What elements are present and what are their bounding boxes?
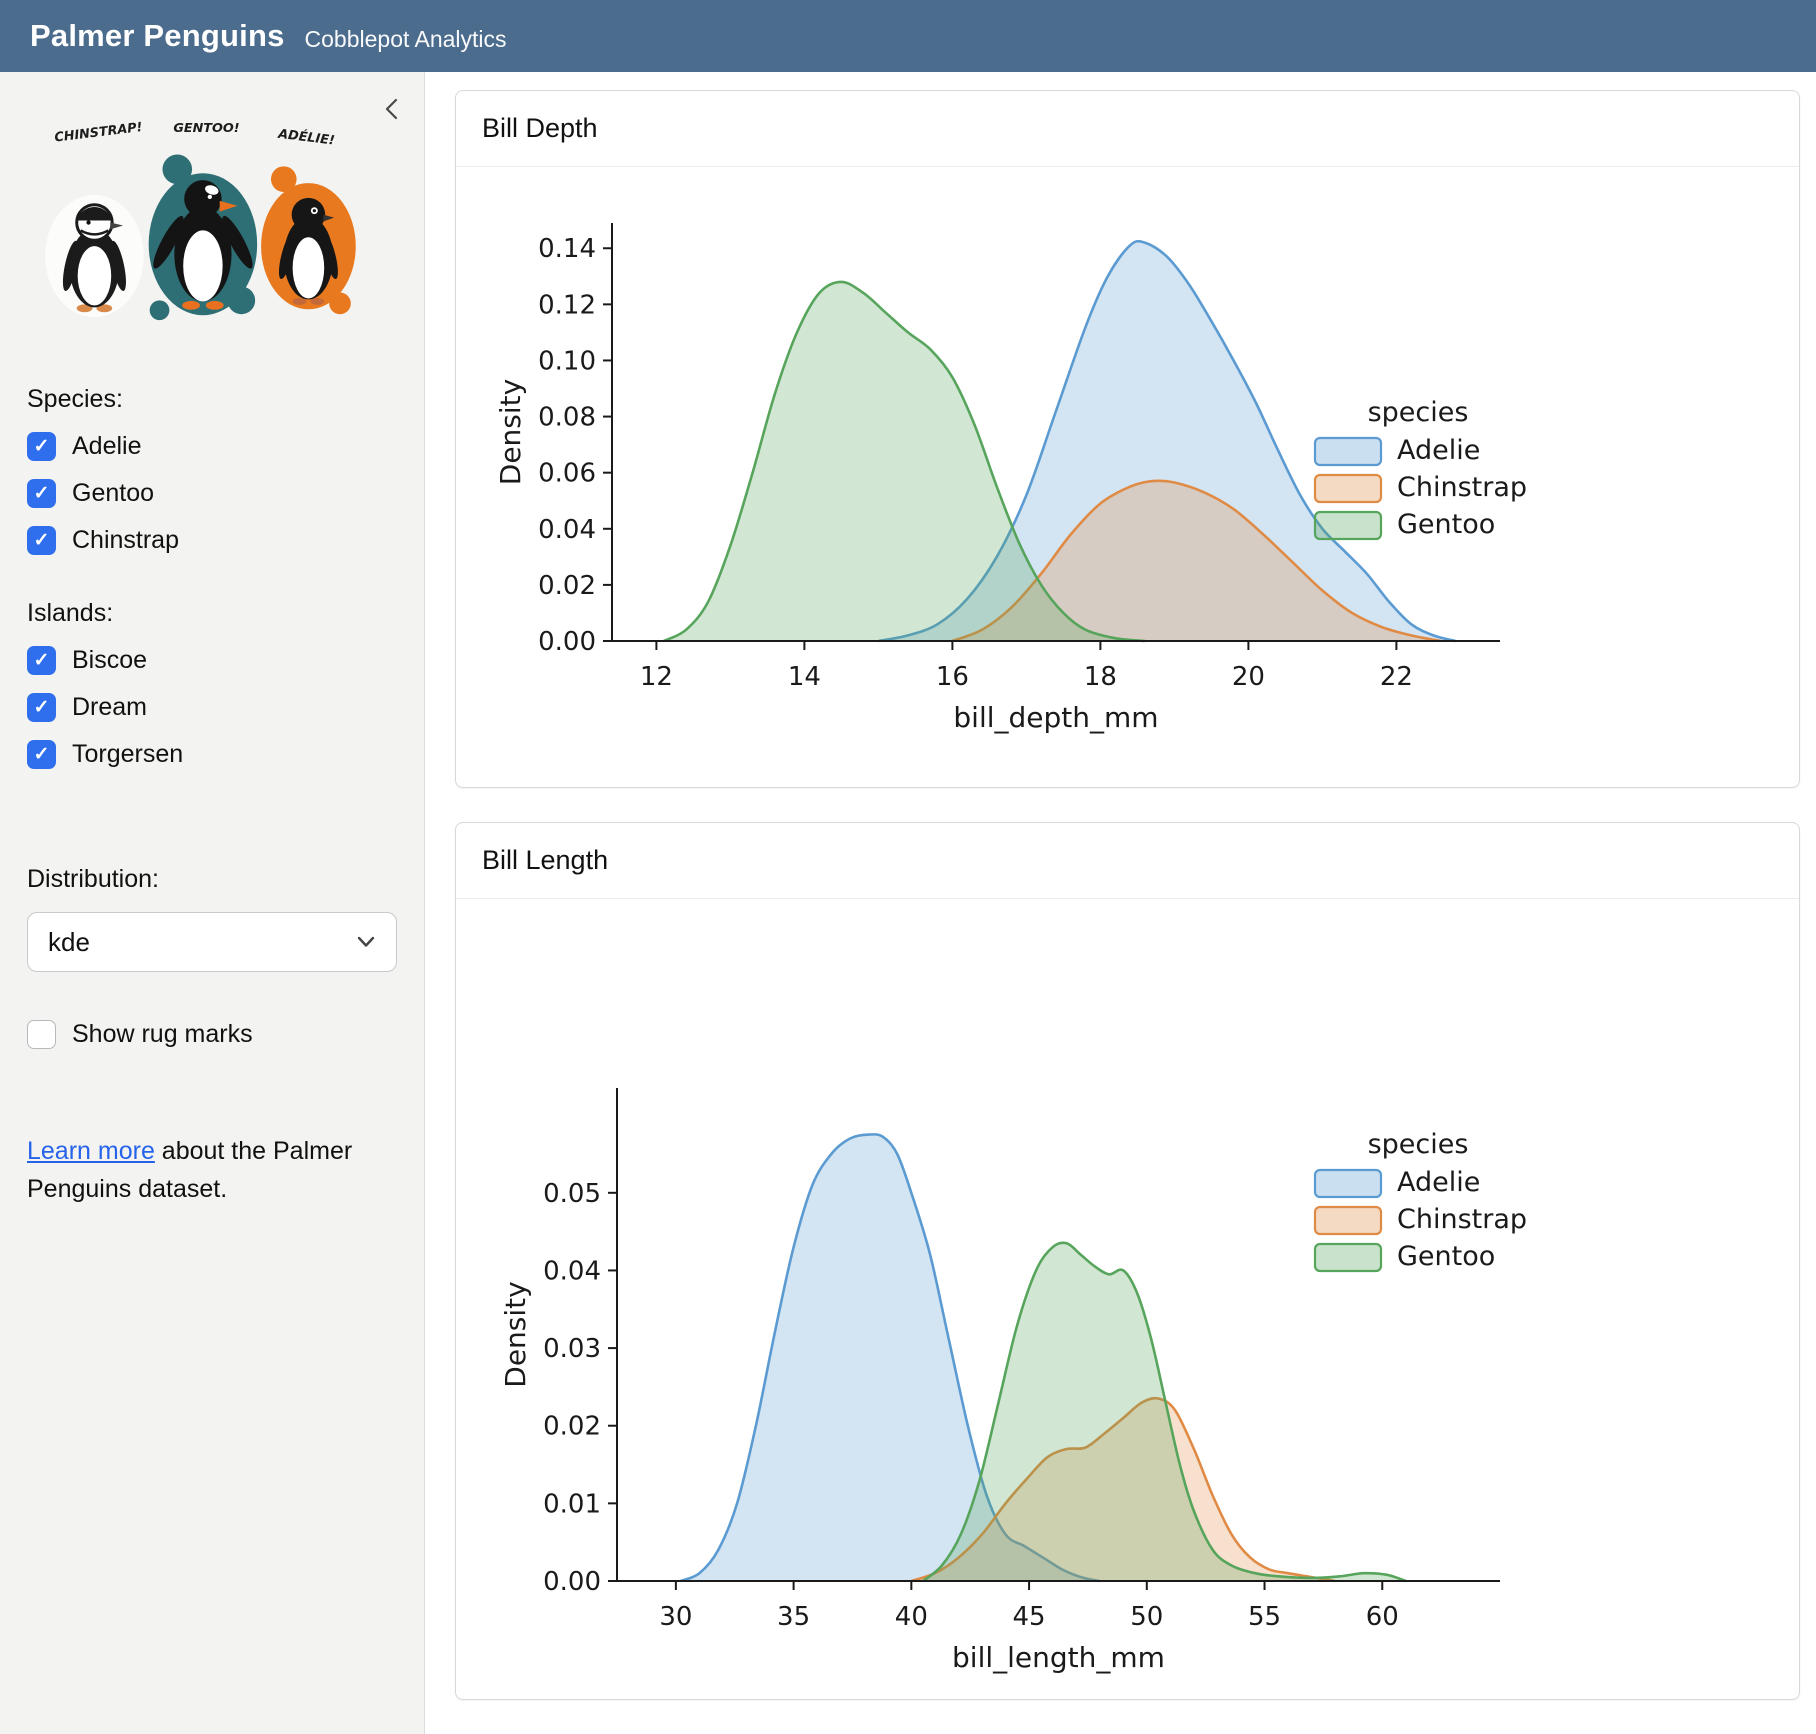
svg-text:species: species [1368, 1129, 1469, 1160]
bill-length-card-body: 30 35 40 45 50 55 60 0.00 0.01 0.02 0.03 0.04 0.05 bi… [456, 899, 1799, 1699]
svg-text:0.12: 0.12 [538, 290, 596, 320]
svg-text:0.02: 0.02 [543, 1412, 601, 1442]
checkbox-icon [27, 432, 56, 461]
island-option-torgersen[interactable]: Torgersen [27, 740, 397, 769]
checkbox-label: Adelie [72, 432, 142, 461]
adelie-penguin-illustration [261, 166, 356, 314]
islands-group-label: Islands: [27, 599, 397, 628]
chevron-left-icon [380, 96, 404, 122]
sidebar: CHINSTRAP! GENTOO! ADÉLIE! [0, 72, 425, 1734]
checkbox-label: Torgersen [72, 740, 183, 769]
svg-text:22: 22 [1380, 662, 1413, 692]
svg-text:0.10: 0.10 [538, 346, 596, 376]
svg-text:Chinstrap: Chinstrap [1397, 1204, 1527, 1235]
species-option-adelie[interactable]: Adelie [27, 432, 397, 461]
svg-text:bill_depth_mm: bill_depth_mm [953, 701, 1158, 734]
chinstrap-penguin-illustration [45, 195, 144, 317]
svg-text:0.14: 0.14 [538, 234, 596, 264]
svg-text:20: 20 [1232, 662, 1265, 692]
svg-text:Density: Density [499, 1281, 532, 1387]
app-header: Palmer Penguins Cobblepot Analytics [0, 0, 1816, 72]
checkbox-label: Show rug marks [72, 1020, 253, 1049]
svg-text:Chinstrap: Chinstrap [1397, 472, 1527, 503]
main-content: Bill Depth 12 14 16 18 20 22 0.00 0.02 0.04 0.06 0… [425, 72, 1816, 1734]
learn-more-link[interactable]: Learn more [27, 1137, 155, 1165]
svg-text:Adelie: Adelie [1397, 435, 1480, 466]
svg-text:12: 12 [640, 662, 673, 692]
gentoo-penguin-illustration [148, 154, 257, 320]
checkbox-label: Chinstrap [72, 526, 179, 555]
svg-text:18: 18 [1084, 662, 1117, 692]
penguins-artwork-image: CHINSTRAP! GENTOO! ADÉLIE! [27, 118, 367, 330]
islands-filter-group: Islands: Biscoe Dream Torgersen [27, 599, 397, 769]
app-subtitle: Cobblepot Analytics [305, 26, 507, 53]
checkbox-icon [27, 740, 56, 769]
show-rug-marks-checkbox[interactable]: Show rug marks [27, 1020, 397, 1049]
distribution-select-value: kde [48, 927, 90, 958]
svg-text:55: 55 [1248, 1602, 1281, 1632]
bill-length-card-title: Bill Length [456, 823, 1799, 899]
svg-text:40: 40 [895, 1602, 928, 1632]
svg-text:0.06: 0.06 [538, 459, 596, 489]
checkbox-label: Biscoe [72, 646, 147, 675]
checkbox-label: Gentoo [72, 479, 154, 508]
bill-length-card: Bill Length 30 35 40 45 50 55 60 0.00 0.01 0.02 0.… [455, 822, 1800, 1700]
species-filter-group: Species: Adelie Gentoo Chinstrap [27, 385, 397, 555]
bill-length-chart: 30 35 40 45 50 55 60 0.00 0.01 0.02 0.03 0.04 0.05 bi… [460, 903, 1790, 1693]
svg-text:60: 60 [1366, 1602, 1399, 1632]
svg-text:0.00: 0.00 [543, 1567, 601, 1597]
species-option-chinstrap[interactable]: Chinstrap [27, 526, 397, 555]
svg-text:0.03: 0.03 [543, 1334, 601, 1364]
checkbox-icon [27, 479, 56, 508]
distribution-select[interactable]: kde [27, 912, 397, 972]
svg-text:50: 50 [1130, 1602, 1163, 1632]
artwork-label-chinstrap: CHINSTRAP! [54, 120, 144, 146]
artwork-label-gentoo: GENTOO! [173, 121, 239, 136]
svg-text:Density: Density [494, 379, 527, 485]
svg-text:species: species [1368, 397, 1469, 428]
species-group-label: Species: [27, 385, 397, 414]
svg-text:35: 35 [777, 1602, 810, 1632]
svg-text:bill_length_mm: bill_length_mm [952, 1641, 1165, 1674]
checkbox-icon [27, 526, 56, 555]
checkbox-icon [27, 693, 56, 722]
svg-text:14: 14 [788, 662, 821, 692]
svg-text:30: 30 [659, 1602, 692, 1632]
distribution-group: Distribution: kde [27, 865, 397, 972]
bill-depth-card-body: 12 14 16 18 20 22 0.00 0.02 0.04 0.06 0.08 0.10 0.12… [456, 167, 1799, 787]
svg-text:Gentoo: Gentoo [1397, 509, 1495, 540]
learn-more-text: Learn more about the Palmer Penguins dat… [27, 1133, 372, 1208]
sidebar-collapse-button[interactable] [376, 92, 408, 129]
svg-text:0.02: 0.02 [538, 571, 596, 601]
svg-text:0.08: 0.08 [538, 403, 596, 433]
svg-text:0.05: 0.05 [543, 1179, 601, 1209]
checkbox-icon [27, 646, 56, 675]
checkbox-label: Dream [72, 693, 147, 722]
svg-text:Gentoo: Gentoo [1397, 1241, 1495, 1272]
island-option-biscoe[interactable]: Biscoe [27, 646, 397, 675]
penguins-artwork: CHINSTRAP! GENTOO! ADÉLIE! [27, 118, 397, 335]
svg-text:Adelie: Adelie [1397, 1167, 1480, 1198]
species-option-gentoo[interactable]: Gentoo [27, 479, 397, 508]
app-title: Palmer Penguins [30, 18, 285, 54]
app-layout: CHINSTRAP! GENTOO! ADÉLIE! [0, 72, 1816, 1734]
svg-text:45: 45 [1013, 1602, 1046, 1632]
bill-depth-card: Bill Depth 12 14 16 18 20 22 0.00 0.02 0.04 0.06 0… [455, 90, 1800, 788]
island-option-dream[interactable]: Dream [27, 693, 397, 722]
bill-depth-card-title: Bill Depth [456, 91, 1799, 167]
artwork-label-adelie: ADÉLIE! [276, 126, 335, 149]
svg-text:0.01: 0.01 [543, 1489, 601, 1519]
svg-text:0.04: 0.04 [543, 1256, 601, 1286]
checkbox-icon [27, 1020, 56, 1049]
bill-depth-chart: 12 14 16 18 20 22 0.00 0.02 0.04 0.06 0.08 0.10 0.12… [460, 171, 1790, 781]
svg-text:0.04: 0.04 [538, 515, 596, 545]
chevron-down-icon [356, 935, 376, 949]
svg-text:0.00: 0.00 [538, 627, 596, 657]
svg-text:16: 16 [936, 662, 969, 692]
distribution-label: Distribution: [27, 865, 397, 894]
